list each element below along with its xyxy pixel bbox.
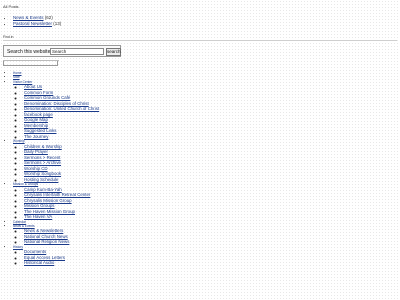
submenu-link[interactable]: Google Map <box>24 117 48 122</box>
submenu-link[interactable]: Chrysalis Interfaith Retreat Center <box>24 192 90 197</box>
nav-link[interactable]: News & Events <box>13 224 35 228</box>
nav-item-history: History Documents Equal Access Letters H… <box>13 245 99 266</box>
search-label: Search this website <box>7 48 51 55</box>
nav-link[interactable]: Visitor Center <box>13 80 32 84</box>
submenu: About Us Common Form Common Grounds Café… <box>13 84 99 139</box>
submenu-link[interactable]: Children & Worship <box>24 144 62 149</box>
category-link[interactable]: News & Events <box>13 15 44 20</box>
submenu-link[interactable]: Sermons > Archive <box>24 160 61 165</box>
submenu-link[interactable]: Historical Audio <box>24 260 54 265</box>
category-list: News & Events (62) Pastoral Newsletter (… <box>3 15 61 26</box>
category-count: (62) <box>44 15 53 20</box>
submenu-link[interactable]: Common Grounds Café <box>24 95 70 100</box>
nav-item-mission: Mission & Groups Camp Kum-Ba-Yah Chrysal… <box>13 182 99 219</box>
list-item: Pastoral Newsletter (13) <box>13 21 61 27</box>
all-posts-link[interactable]: All Posts <box>3 4 19 9</box>
submenu-link[interactable]: facebook page <box>24 112 53 117</box>
submenu-link[interactable]: National Religion News <box>24 239 69 244</box>
submenu-link[interactable]: Documents <box>24 249 46 254</box>
nav-link[interactable]: Worship <box>13 139 25 143</box>
nav-link[interactable]: Mission & Groups <box>13 182 38 186</box>
submenu-link[interactable]: The Haven VA <box>24 214 52 219</box>
submenu-link[interactable]: Sermons > Recent <box>24 155 60 160</box>
submenu-link[interactable]: National Church News <box>24 234 68 239</box>
search-input[interactable] <box>50 48 104 55</box>
category-count: (13) <box>53 20 62 26</box>
submenu-link[interactable]: Suggested Links <box>24 128 56 133</box>
submenu: Documents Equal Access Letters Historica… <box>13 249 99 266</box>
submenu-link[interactable]: Camp Kum-Ba-Yah <box>24 187 62 192</box>
submenu-link[interactable]: Common Form <box>24 90 53 95</box>
site-navigation: Home Staff Visitor Center About Us Commo… <box>3 71 99 266</box>
nav-link[interactable]: Calendar <box>13 220 26 224</box>
nav-item-visitor-center: Visitor Center About Us Common Form Comm… <box>13 80 99 139</box>
nav-link[interactable]: Staff <box>13 75 20 79</box>
divider <box>3 40 397 41</box>
submenu-link[interactable]: Denomination: United Church of Christ <box>24 106 99 111</box>
submenu-link[interactable]: Hosting Schedule <box>24 177 58 182</box>
nav-item-worship: Worship Children & Worship Daily Prayer … <box>13 139 99 182</box>
search-button[interactable]: search <box>106 47 121 56</box>
submenu-link[interactable]: Mission Groups <box>24 203 55 208</box>
menu-select-box[interactable] <box>3 61 58 66</box>
submenu: Camp Kum-Ba-Yah Chrysalis Interfaith Ret… <box>13 187 99 220</box>
submenu: News & Newsletters National Church News … <box>13 228 99 245</box>
category-link[interactable]: Pastoral Newsletter <box>13 21 52 26</box>
submenu-item: Historical Audio <box>24 260 99 266</box>
find-in-label: Find in <box>3 35 14 39</box>
submenu-link[interactable]: Daily Prayer <box>24 149 48 154</box>
submenu-link[interactable]: Chrysalis Mission Group <box>24 198 72 203</box>
nav-item-news: News & Events News & Newsletters Nationa… <box>13 224 99 245</box>
submenu-link[interactable]: The Journey <box>24 134 48 139</box>
submenu-link[interactable]: Denomination: Disciples of Christ <box>24 101 89 106</box>
submenu-link[interactable]: About Us <box>24 84 42 89</box>
submenu-link[interactable]: Membership <box>24 123 48 128</box>
submenu-link[interactable]: Equal Access Letters <box>24 255 65 260</box>
search-form: Search this website search <box>3 45 121 57</box>
nav-link[interactable]: Home <box>13 71 22 75</box>
submenu-link[interactable]: Worship Songbook <box>24 171 61 176</box>
submenu-link[interactable]: Worship CD <box>24 166 48 171</box>
submenu-link[interactable]: News & Newsletters <box>24 228 63 233</box>
submenu-link[interactable]: The Haven Mission Group <box>24 209 75 214</box>
submenu: Children & Worship Daily Prayer Sermons … <box>13 144 99 183</box>
nav-link[interactable]: History <box>13 245 23 249</box>
